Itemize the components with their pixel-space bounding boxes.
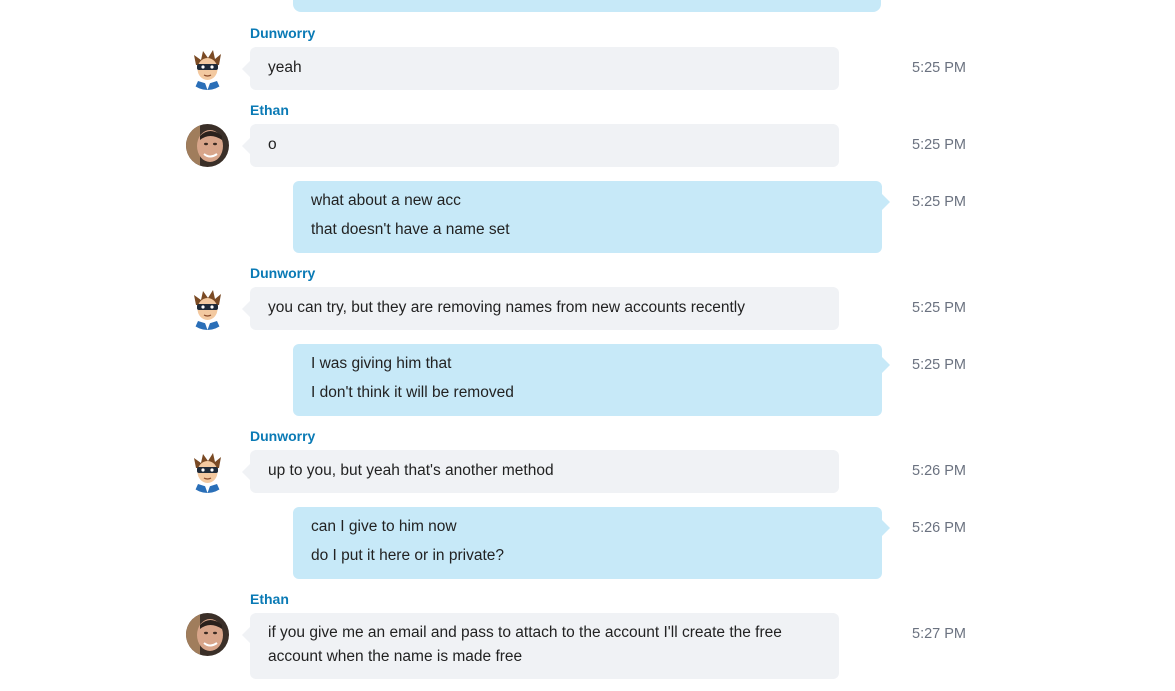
cartoon-avatar-icon[interactable]	[186, 47, 229, 90]
message-timestamp: 5:26 PM	[912, 520, 966, 536]
message-bubble[interactable]: up to you, but yeah that's another metho…	[242, 450, 839, 493]
message-text: do I put it here or in private?	[311, 547, 505, 564]
sender-name[interactable]: Dunworry	[250, 265, 315, 281]
cartoon-avatar-icon[interactable]	[186, 450, 229, 493]
message-text: I was giving him that	[311, 355, 452, 372]
message-timestamp: 5:25 PM	[912, 137, 966, 153]
message-bubble[interactable]: if you give me an email and pass to atta…	[242, 613, 839, 679]
message-text: you can try, but they are removing names…	[268, 299, 745, 316]
message-text: can I give to him now	[311, 518, 457, 535]
message-bubble[interactable]: o	[242, 124, 839, 167]
message-bubble[interactable]: you can try, but they are removing names…	[242, 287, 839, 330]
message-bubble-outgoing[interactable]: can I give to him now do I put it here o…	[293, 507, 890, 579]
message-text: I don't think it will be removed	[311, 384, 514, 401]
sender-name[interactable]: Ethan	[250, 591, 289, 607]
sender-name[interactable]: Ethan	[250, 102, 289, 118]
message-timestamp: 5:25 PM	[912, 60, 966, 76]
message-text: what about a new acc	[311, 192, 461, 209]
message-timestamp: 5:25 PM	[912, 357, 966, 373]
message-text: that doesn't have a name set	[311, 221, 510, 238]
previous-message-bubble-edge	[293, 0, 881, 12]
message-bubble-outgoing[interactable]: what about a new acc that doesn't have a…	[293, 181, 890, 253]
sender-name[interactable]: Dunworry	[250, 428, 315, 444]
message-text: up to you, but yeah that's another metho…	[268, 462, 554, 479]
photo-avatar-icon[interactable]	[186, 613, 229, 656]
message-timestamp: 5:25 PM	[912, 300, 966, 316]
message-bubble-outgoing[interactable]: I was giving him that I don't think it w…	[293, 344, 890, 416]
message-timestamp: 5:26 PM	[912, 463, 966, 479]
message-text: yeah	[268, 59, 302, 76]
message-text: o	[268, 136, 277, 153]
message-timestamp: 5:25 PM	[912, 194, 966, 210]
chat-message-list: Dunworry yeah 5:25 PM Ethan o 5:25 PM wh…	[0, 0, 1175, 691]
message-bubble[interactable]: yeah	[242, 47, 839, 90]
message-timestamp: 5:27 PM	[912, 626, 966, 642]
cartoon-avatar-icon[interactable]	[186, 287, 229, 330]
sender-name[interactable]: Dunworry	[250, 25, 315, 41]
message-text: if you give me an email and pass to atta…	[268, 624, 782, 665]
photo-avatar-icon[interactable]	[186, 124, 229, 167]
